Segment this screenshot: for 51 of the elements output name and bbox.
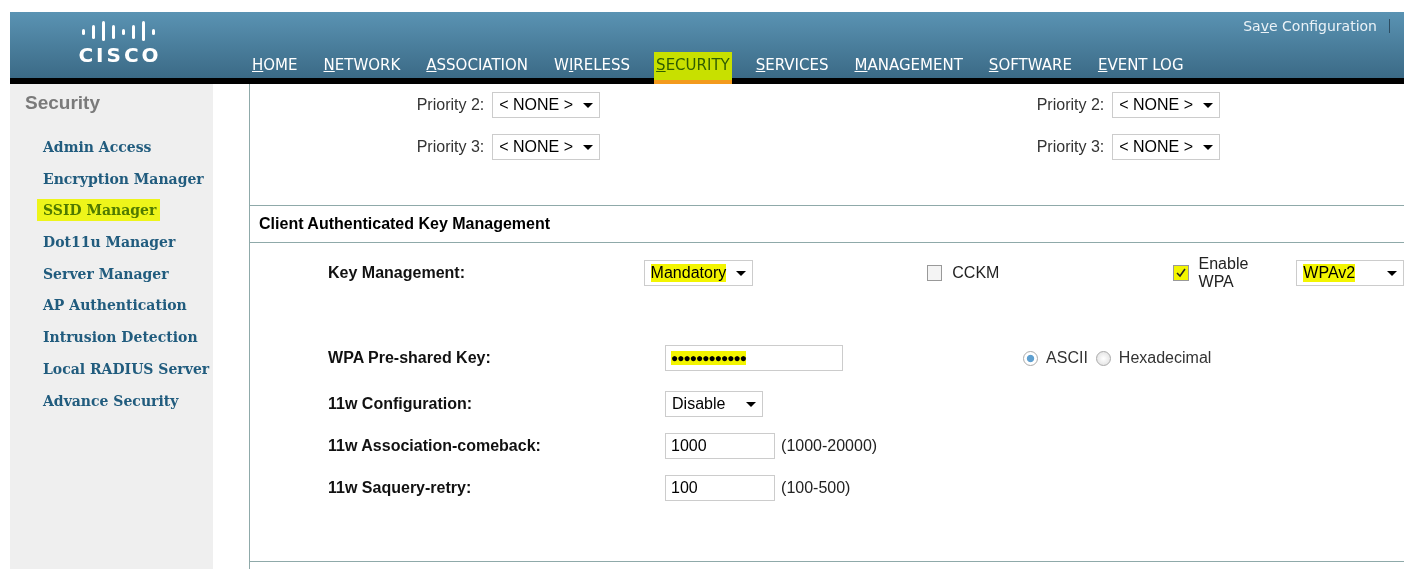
sidebar-link[interactable]: Encryption Manager <box>37 167 208 190</box>
input-field[interactable]: 100 <box>665 475 776 501</box>
priority-label: Priority 2: <box>416 96 485 114</box>
sidebar-title: Security <box>25 92 101 114</box>
nav-tab[interactable]: WIRELESS <box>552 52 633 84</box>
field-label: 11w Configuration: <box>328 395 474 413</box>
enable-wpa-checkbox[interactable] <box>1173 265 1189 281</box>
dropdown[interactable]: Disable <box>665 391 764 417</box>
logo-text: CISCO <box>78 44 162 66</box>
nav-tab[interactable]: ASSOCIATION <box>424 52 531 84</box>
nav-tab[interactable]: SOFTWARE <box>986 52 1074 84</box>
checkbox-label: CCKM <box>952 264 1000 282</box>
nav-tab[interactable]: NETWORK <box>321 52 403 84</box>
password-field[interactable]: ●●●●●●●●●●●● <box>665 345 844 371</box>
radio-label: ASCII <box>1046 349 1088 367</box>
sidebar-link[interactable]: AP Authentication <box>37 294 191 317</box>
sidebar-link[interactable]: Server Manager <box>37 262 173 285</box>
sidebar-link[interactable]: SSID Manager <box>37 199 161 222</box>
priority-label: Priority 3: <box>416 138 485 156</box>
priority-dropdown[interactable]: < NONE > <box>1112 92 1221 118</box>
field-label: 11w Association-comeback: <box>328 437 542 455</box>
nav-tab[interactable]: SERVICES <box>753 52 831 84</box>
radio-button[interactable] <box>1095 350 1111 366</box>
radio-button[interactable] <box>1023 350 1039 366</box>
nav-tab[interactable]: HOME <box>250 52 300 84</box>
nav-tab[interactable]: SECURITY <box>654 52 732 84</box>
radio-label: Hexadecimal <box>1118 349 1212 367</box>
range-hint: (100-500) <box>781 479 851 497</box>
key-management-dropdown[interactable]: Mandatory <box>643 260 754 286</box>
sidebar-link[interactable]: Advance Security <box>37 389 183 412</box>
nav-tab[interactable]: EVENT LOG <box>1095 52 1186 84</box>
sidebar-link[interactable]: Admin Access <box>37 136 156 158</box>
priority-dropdown[interactable]: < NONE > <box>492 134 601 160</box>
sidebar-link[interactable]: Intrusion Detection <box>37 326 202 349</box>
checkbox-label: Enable WPA <box>1198 255 1250 291</box>
range-hint: (1000-20000) <box>781 437 878 455</box>
input-field[interactable]: 1000 <box>665 433 776 459</box>
save-configuration-link[interactable]: Save Configuration <box>1243 18 1377 34</box>
sidebar-link[interactable]: Local RADIUS Server <box>37 357 214 380</box>
priority-dropdown[interactable]: < NONE > <box>1112 134 1221 160</box>
wpa-version-dropdown[interactable]: WPAv2 <box>1296 260 1404 286</box>
nav-tab[interactable]: MANAGEMENT <box>852 52 965 84</box>
priority-dropdown[interactable]: < NONE > <box>492 92 601 118</box>
field-label: 11w Saquery-retry: <box>328 479 473 497</box>
field-label: WPA Pre-shared Key: <box>328 349 492 367</box>
sidebar-link[interactable]: Dot11u Manager <box>37 231 180 254</box>
priority-label: Priority 3: <box>1036 138 1105 156</box>
field-label: Key Management: <box>328 264 466 282</box>
priority-label: Priority 2: <box>1036 96 1105 114</box>
cckm-checkbox[interactable] <box>927 265 943 281</box>
section-heading: Client Authenticated Key Management <box>250 206 1404 243</box>
